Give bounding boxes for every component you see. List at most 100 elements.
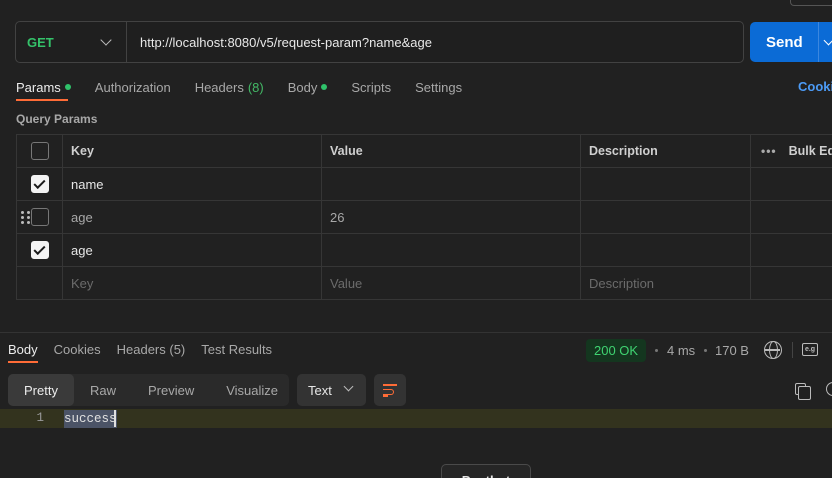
param-key[interactable]: age bbox=[63, 234, 322, 266]
select-all-checkbox[interactable] bbox=[30, 142, 49, 160]
table-row: age 26 bbox=[17, 201, 832, 234]
response-body-text[interactable]: success bbox=[64, 410, 117, 428]
tab-response-headers[interactable]: Headers (5) bbox=[117, 342, 186, 357]
url-input[interactable] bbox=[127, 22, 743, 62]
response-size[interactable]: 170 B bbox=[715, 343, 749, 358]
top-right-button-edge[interactable] bbox=[790, 0, 832, 6]
checkbox-cell bbox=[17, 168, 63, 200]
column-header-key: Key bbox=[63, 135, 322, 167]
drag-handle-icon[interactable] bbox=[21, 211, 31, 224]
tab-visualize[interactable]: Visualize bbox=[210, 374, 294, 406]
globe-icon[interactable] bbox=[764, 341, 782, 359]
cookies-link[interactable]: Cooki bbox=[798, 79, 832, 94]
url-bar: GET bbox=[15, 21, 744, 63]
search-icon[interactable] bbox=[826, 382, 832, 396]
highlighted-line bbox=[0, 409, 832, 428]
headers-count: (8) bbox=[247, 79, 264, 95]
param-description[interactable] bbox=[581, 201, 751, 233]
tab-label: Scripts bbox=[351, 79, 392, 95]
tab-label: Params bbox=[16, 79, 61, 95]
bulk-edit-cell: ••• Bulk Edi bbox=[751, 135, 832, 167]
line-number: 1 bbox=[36, 411, 44, 425]
tab-label: Settings bbox=[415, 79, 463, 95]
active-tab-indicator bbox=[8, 361, 38, 363]
param-checkbox[interactable] bbox=[30, 208, 49, 226]
separator-dot bbox=[704, 349, 707, 352]
section-title: Query Params bbox=[16, 112, 98, 126]
checkbox-cell bbox=[17, 267, 63, 299]
tab-authorization[interactable]: Authorization bbox=[95, 78, 171, 96]
tab-response-cookies[interactable]: Cookies bbox=[54, 342, 101, 357]
send-button[interactable]: Send bbox=[750, 22, 832, 62]
method-label: GET bbox=[27, 34, 54, 50]
query-params-table: Key Value Description ••• Bulk Edi name … bbox=[16, 134, 832, 300]
param-value[interactable] bbox=[322, 234, 581, 266]
param-key[interactable]: age bbox=[63, 201, 322, 233]
row-end-cell bbox=[751, 267, 832, 299]
status-badge[interactable]: 200 OK bbox=[586, 339, 647, 362]
table-row: name bbox=[17, 168, 832, 201]
column-header-description: Description bbox=[581, 135, 751, 167]
bulk-edit-link[interactable]: Bulk Edi bbox=[789, 144, 832, 158]
copy-icon[interactable] bbox=[795, 383, 811, 400]
tab-headers[interactable]: Headers (8) bbox=[195, 78, 264, 96]
chevron-down-icon[interactable] bbox=[823, 35, 832, 45]
tab-label: Headers bbox=[194, 79, 244, 95]
new-description-input[interactable]: Description bbox=[581, 267, 751, 299]
send-label: Send bbox=[766, 33, 803, 51]
param-description[interactable] bbox=[581, 234, 751, 266]
format-label: Text bbox=[308, 382, 332, 398]
tab-label: Authorization bbox=[94, 79, 171, 95]
param-description[interactable] bbox=[581, 168, 751, 200]
param-checkbox[interactable] bbox=[30, 241, 49, 259]
chevron-down-icon bbox=[100, 34, 112, 46]
method-select[interactable]: GET bbox=[16, 22, 127, 62]
separator-dot bbox=[655, 349, 658, 352]
tab-scripts[interactable]: Scripts bbox=[351, 78, 391, 96]
wrap-lines-icon bbox=[383, 384, 397, 386]
tab-preview[interactable]: Preview bbox=[132, 374, 210, 406]
active-tab-indicator bbox=[16, 99, 68, 101]
pane-divider[interactable] bbox=[0, 332, 832, 333]
text-caret bbox=[114, 410, 116, 427]
new-value-input[interactable]: Value bbox=[322, 267, 581, 299]
chevron-down-icon bbox=[343, 381, 354, 392]
table-row: age bbox=[17, 234, 832, 267]
tab-raw[interactable]: Raw bbox=[74, 374, 132, 406]
tab-label: Body bbox=[287, 79, 318, 95]
wrap-lines-button[interactable] bbox=[374, 374, 406, 406]
row-end-cell bbox=[751, 168, 832, 200]
response-tabs: Body Cookies Headers (5) Test Results bbox=[8, 342, 288, 357]
param-value[interactable]: 26 bbox=[322, 201, 581, 233]
param-checkbox[interactable] bbox=[30, 175, 49, 193]
active-dot-icon bbox=[64, 84, 71, 90]
column-header-value: Value bbox=[322, 135, 581, 167]
new-key-input[interactable]: Key bbox=[63, 267, 322, 299]
postbot-button[interactable]: Postbot bbox=[441, 464, 531, 478]
tab-response-body[interactable]: Body bbox=[8, 342, 38, 357]
tab-params[interactable]: Params bbox=[16, 78, 71, 96]
save-response-icon[interactable]: e.g bbox=[802, 343, 818, 356]
row-end-cell bbox=[751, 234, 832, 266]
send-divider bbox=[818, 22, 819, 62]
tab-pretty[interactable]: Pretty bbox=[8, 374, 74, 406]
checkbox-cell bbox=[17, 201, 63, 233]
table-header-row: Key Value Description ••• Bulk Edi bbox=[17, 135, 832, 168]
more-icon[interactable]: ••• bbox=[761, 144, 777, 158]
row-end-cell bbox=[751, 201, 832, 233]
tab-test-results[interactable]: Test Results bbox=[201, 342, 272, 357]
param-key[interactable]: name bbox=[63, 168, 322, 200]
request-tabs: Params Authorization Headers (8) Body Scr… bbox=[16, 78, 486, 96]
tab-body[interactable]: Body bbox=[288, 78, 328, 96]
viewer-mode-tabs: Pretty Raw Preview Visualize bbox=[8, 374, 289, 406]
tab-settings[interactable]: Settings bbox=[415, 78, 462, 96]
new-param-row: Key Value Description bbox=[17, 267, 832, 300]
wrap-lines-icon-part bbox=[383, 395, 388, 397]
response-time[interactable]: 4 ms bbox=[667, 343, 695, 358]
checkbox-cell bbox=[17, 234, 63, 266]
active-dot-icon bbox=[321, 84, 328, 90]
param-value[interactable] bbox=[322, 168, 581, 200]
select-all-cell bbox=[17, 135, 63, 167]
toolbar-separator bbox=[792, 342, 793, 358]
format-select[interactable]: Text bbox=[297, 374, 366, 406]
